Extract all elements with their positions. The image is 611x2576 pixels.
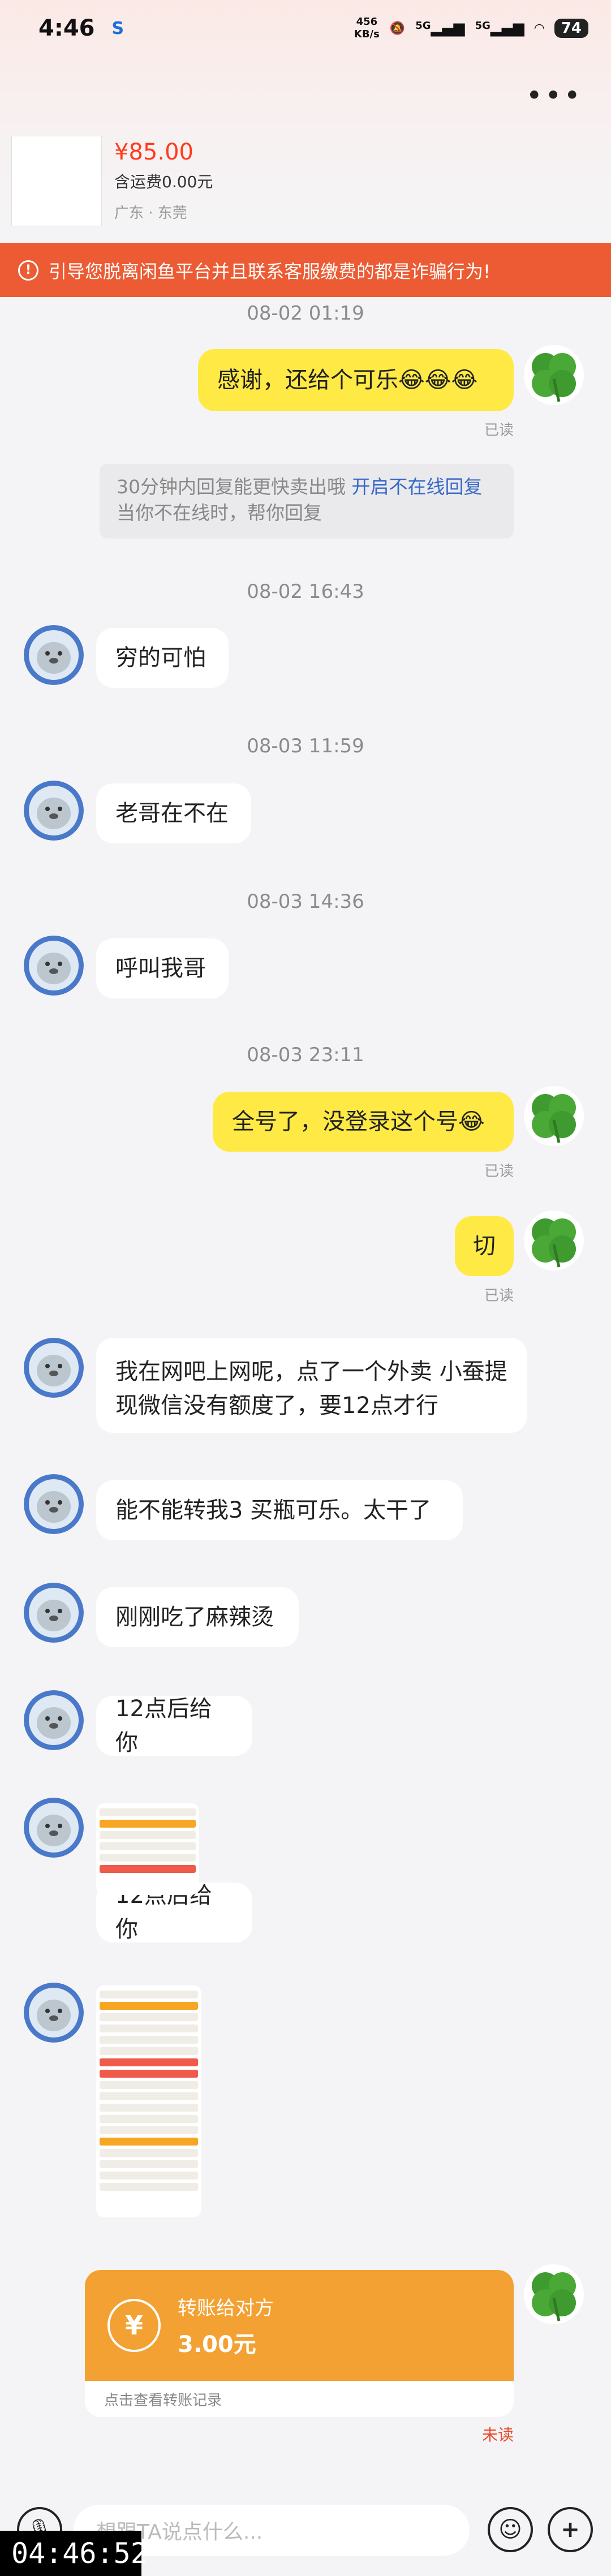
product-card[interactable]: ¥85.00 含运费0.00元 广东 · 东莞 (11, 136, 213, 226)
my-avatar[interactable] (524, 1086, 584, 1146)
seller-avatar[interactable] (24, 781, 84, 841)
message-timestamp: 08-02 01:19 (247, 302, 364, 325)
product-price: ¥85.00 (114, 139, 193, 165)
incoming-message[interactable]: 刚刚吃了麻辣烫 (96, 1587, 299, 1647)
seller-avatar[interactable] (24, 1338, 84, 1398)
status-bar: 4:46 S 456 KB/s 🔕 5G▂▄▆ 5G▂▄▆ ◠ 74 (0, 0, 611, 57)
transfer-info: 转账给对方 3.00元 (178, 2293, 274, 2359)
mute-icon: 🔕 (389, 21, 406, 36)
auto-reply-notice: 30分钟内回复能更快卖出哦 开启不在线回复 当你不在线时，帮你回复 (100, 464, 514, 539)
image-message-thumbnail[interactable] (96, 1803, 199, 1895)
product-thumbnail[interactable] (11, 136, 102, 226)
net-speed-value: 456 (356, 16, 378, 28)
incoming-message[interactable]: 12点后给你 (96, 1696, 252, 1756)
seller-avatar[interactable] (24, 1583, 84, 1643)
seller-avatar[interactable] (24, 1983, 84, 2043)
more-actions-button[interactable]: + (548, 2507, 593, 2552)
more-options-button[interactable]: ••• (526, 79, 583, 112)
yen-icon: ¥ (107, 2299, 161, 2352)
warning-text: 引导您脱离闲鱼平台并且联系客服缴费的都是诈骗行为! (49, 260, 490, 282)
recording-clock-overlay: 04:46:52 (0, 2531, 148, 2576)
outgoing-message[interactable]: 感谢，还给个可乐😂😂😂 (198, 349, 514, 411)
status-time: 4:46 (38, 15, 95, 41)
incoming-message[interactable]: 穷的可怕 (96, 628, 229, 688)
net-speed: 456 KB/s (354, 16, 380, 41)
wifi-icon: ◠ (534, 21, 544, 36)
fraud-warning-banner: ! 引导您脱离闲鱼平台并且联系客服缴费的都是诈骗行为! (0, 243, 611, 297)
seller-avatar[interactable] (24, 1690, 84, 1750)
signal-icon-1: 5G▂▄▆ (415, 20, 465, 37)
outgoing-message[interactable]: 全号了，没登录这个号😂 (213, 1092, 514, 1152)
notice-line-2: 当你不在线时，帮你回复 (117, 502, 322, 524)
sim1-label: 5G (415, 20, 431, 32)
read-status: 已读 (484, 1163, 514, 1180)
emoji-button[interactable]: ☺ (488, 2507, 533, 2552)
message-timestamp: 08-03 11:59 (247, 735, 364, 757)
net-speed-unit: KB/s (354, 28, 380, 40)
enable-auto-reply-link[interactable]: 开启不在线回复 (351, 476, 482, 498)
smiley-icon: ☺ (498, 2517, 522, 2543)
seller-avatar[interactable] (24, 1798, 84, 1858)
image-message-screenshot[interactable] (96, 1985, 201, 2217)
product-location: 广东 · 东莞 (114, 205, 187, 222)
unread-status: 未读 (481, 2426, 514, 2444)
product-shipping: 含运费0.00元 (114, 173, 213, 191)
seller-avatar[interactable] (24, 625, 84, 685)
signal-icon-2: 5G▂▄▆ (475, 20, 524, 37)
incoming-message[interactable]: 能不能转我3 买瓶可乐。太干了 (96, 1480, 463, 1540)
transfer-title: 转账给对方 (178, 2297, 274, 2320)
product-info: ¥85.00 含运费0.00元 广东 · 东莞 (114, 136, 213, 226)
battery-indicator: 74 (554, 19, 588, 38)
incoming-message[interactable]: 老哥在不在 (96, 783, 251, 843)
my-avatar[interactable] (524, 345, 584, 405)
read-status: 已读 (484, 1287, 514, 1304)
sim2-label: 5G (475, 20, 490, 32)
status-indicators: 456 KB/s 🔕 5G▂▄▆ 5G▂▄▆ ◠ 74 (354, 16, 588, 41)
notification-app-icon: S (111, 18, 124, 38)
plus-icon: + (561, 2517, 580, 2543)
message-timestamp: 08-03 23:11 (247, 1044, 364, 1066)
read-status: 已读 (484, 422, 514, 439)
message-timestamp: 08-02 16:43 (247, 580, 364, 603)
notice-text: 30分钟内回复能更快卖出哦 (117, 476, 352, 498)
transfer-amount: 3.00元 (178, 2331, 256, 2358)
my-avatar[interactable] (524, 2264, 584, 2324)
message-timestamp: 08-03 14:36 (247, 890, 364, 913)
seller-avatar[interactable] (24, 1474, 84, 1534)
incoming-message[interactable]: 呼叫我哥 (96, 938, 229, 998)
warning-icon: ! (18, 260, 38, 281)
transfer-record-link[interactable]: 点击查看转账记录 (85, 2381, 514, 2417)
transfer-card[interactable]: ¥ 转账给对方 3.00元 点击查看转账记录 (85, 2270, 514, 2417)
incoming-message[interactable]: 我在网吧上网呢，点了一个外卖 小蚕提现微信没有额度了，要12点才行 (96, 1338, 527, 1433)
transfer-card-body: ¥ 转账给对方 3.00元 (85, 2270, 514, 2381)
seller-avatar[interactable] (24, 936, 84, 996)
notice-line-1: 30分钟内回复能更快卖出哦 开启不在线回复 (117, 474, 497, 500)
my-avatar[interactable] (524, 1211, 584, 1270)
outgoing-message[interactable]: 切 (455, 1216, 514, 1276)
